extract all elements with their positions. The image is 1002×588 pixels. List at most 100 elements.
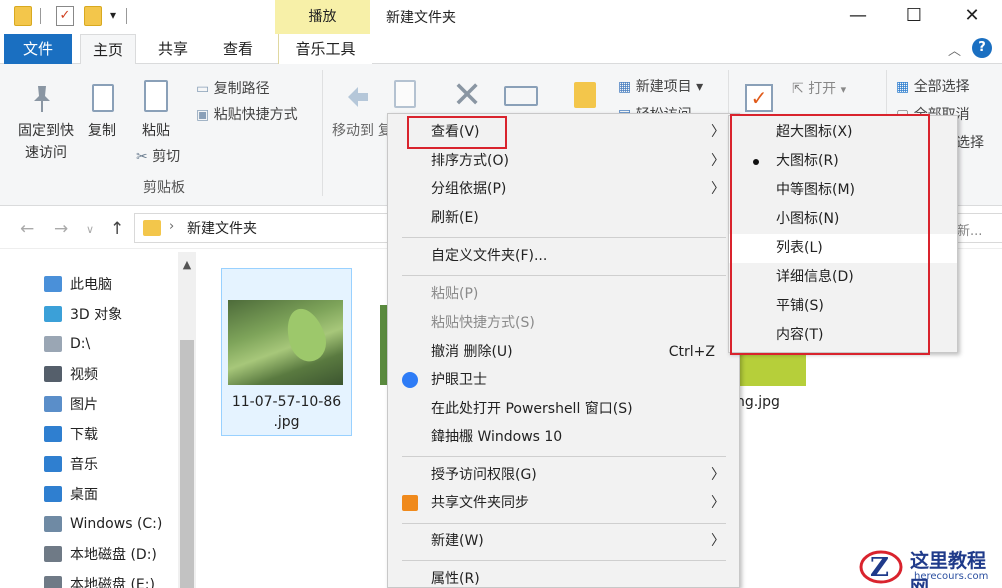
- copy-path-button[interactable]: ▭ 复制路径: [196, 78, 270, 98]
- copy-button[interactable]: 复制: [84, 120, 120, 140]
- contextual-tab-header: 播放: [275, 0, 370, 34]
- menu-item-group-by[interactable]: 分组依据(P) 〉: [388, 175, 739, 203]
- forward-arrow-icon[interactable]: →: [54, 219, 68, 239]
- menu-item-customize-folder[interactable]: 自定义文件夹(F)...: [388, 242, 739, 270]
- nav-item[interactable]: 音乐: [44, 450, 98, 478]
- delete-icon[interactable]: ✕: [452, 78, 482, 114]
- new-folder-icon[interactable]: [84, 6, 102, 26]
- menu-item-label: 鍏抽棴 Windows 10: [431, 429, 563, 445]
- menu-item-paste[interactable]: 粘贴(P): [388, 280, 739, 308]
- breadcrumb-separator-icon[interactable]: ›: [169, 219, 174, 234]
- watermark-logo-letter: Z: [870, 553, 889, 583]
- tab-music-tools[interactable]: 音乐工具: [278, 34, 372, 64]
- properties-check-icon[interactable]: ✓: [56, 6, 74, 26]
- file-name-line: 11-07-57-10-86: [231, 394, 342, 410]
- 3d-objects-icon: [44, 306, 62, 322]
- search-placeholder: 新...: [957, 224, 983, 239]
- nav-item[interactable]: D:\: [44, 330, 90, 358]
- submenu-arrow-icon: 〉: [711, 153, 725, 169]
- pin-icon: [30, 84, 54, 114]
- paste-shortcut-button[interactable]: ▣ 粘贴快捷方式: [196, 104, 298, 124]
- menu-item-new[interactable]: 新建(W) 〉: [388, 527, 739, 555]
- nav-item-label: 音乐: [70, 457, 98, 473]
- back-arrow-icon[interactable]: ←: [20, 219, 34, 239]
- rename-icon[interactable]: [504, 86, 538, 106]
- chevron-down-icon[interactable]: ∨: [86, 223, 94, 236]
- tab-share[interactable]: 共享: [146, 34, 200, 64]
- scrollbar-thumb[interactable]: [180, 340, 194, 588]
- menu-item-label: 护眼卫士: [431, 372, 487, 388]
- move-to-button[interactable]: 移动到: [330, 120, 376, 140]
- nav-item[interactable]: 桌面: [44, 480, 98, 508]
- menu-separator: [402, 523, 726, 524]
- menu-item-sort-by[interactable]: 排序方式(O) 〉: [388, 147, 739, 175]
- address-bar[interactable]: › 新建文件夹: [134, 213, 394, 243]
- minimize-icon[interactable]: —: [838, 2, 878, 30]
- invert-selection-button[interactable]: 选择: [956, 132, 984, 152]
- menu-item-paste-shortcut[interactable]: 粘贴快捷方式(S): [388, 309, 739, 337]
- menu-item-label: 新建(W): [431, 533, 484, 549]
- menu-separator: [402, 275, 726, 276]
- scissors-icon: ✂: [136, 149, 153, 165]
- breadcrumb-current[interactable]: 新建文件夹: [187, 218, 257, 238]
- windows-drive-icon: [44, 516, 62, 532]
- menu-item-label: 分组依据(P): [431, 181, 507, 197]
- up-arrow-icon[interactable]: ↑: [110, 219, 124, 239]
- chevron-up-icon[interactable]: ︿: [948, 40, 961, 59]
- menu-item-eye-guard[interactable]: 护眼卫士: [388, 366, 739, 394]
- nav-item[interactable]: 3D 对象: [44, 300, 122, 328]
- menu-item-undo-delete[interactable]: 撤消 删除(U) Ctrl+Z: [388, 338, 739, 366]
- video-icon: [44, 366, 62, 382]
- properties-icon[interactable]: ✓: [745, 84, 773, 112]
- cut-button[interactable]: ✂ 剪切: [136, 146, 180, 166]
- pin-to-quick-access-button[interactable]: 固定到快 速访问: [6, 120, 86, 164]
- tab-file[interactable]: 文件: [4, 34, 72, 64]
- menu-item-sync-shared[interactable]: 共享文件夹同步 〉: [388, 489, 739, 517]
- menu-item-label: 属性(R): [431, 571, 480, 587]
- nav-item[interactable]: 视频: [44, 360, 98, 388]
- submenu-arrow-icon: 〉: [711, 467, 725, 483]
- nav-item[interactable]: 下载: [44, 420, 98, 448]
- local-disk-icon: [44, 546, 62, 562]
- customize-quick-access-icon[interactable]: ▾: [110, 8, 116, 22]
- menu-item-label: 在此处打开 Powershell 窗口(S): [431, 401, 633, 417]
- nav-item-label: 图片: [70, 397, 98, 413]
- drive-icon: [44, 336, 62, 352]
- help-icon[interactable]: ?: [972, 38, 992, 58]
- file-name: ng.jpg: [736, 394, 780, 410]
- sync-icon: [402, 495, 418, 511]
- select-all-button[interactable]: ▦ 全部选择: [896, 76, 970, 96]
- nav-item[interactable]: 此电脑: [44, 270, 112, 298]
- tab-view[interactable]: 查看: [210, 34, 266, 64]
- open-dropdown-icon: ▾: [840, 83, 847, 96]
- menu-item-properties[interactable]: 属性(R): [388, 565, 739, 588]
- maximize-icon[interactable]: ☐: [894, 2, 934, 30]
- nav-item[interactable]: 图片: [44, 390, 98, 418]
- new-folder-ribbon-icon[interactable]: [574, 82, 596, 108]
- menu-item-garbled[interactable]: 鍏抽棴 Windows 10: [388, 423, 739, 451]
- open-label: 打开: [808, 81, 837, 97]
- local-disk-icon: [44, 576, 62, 588]
- menu-item-grant-access[interactable]: 授予访问权限(G) 〉: [388, 461, 739, 489]
- paste-button[interactable]: 粘贴: [136, 120, 176, 140]
- folder-icon[interactable]: [14, 6, 32, 26]
- menu-item-open-powershell[interactable]: 在此处打开 Powershell 窗口(S): [388, 395, 739, 423]
- copy-path-label: 复制路径: [213, 81, 270, 97]
- nav-item-label: 桌面: [70, 487, 98, 503]
- tab-home[interactable]: 主页: [80, 34, 136, 65]
- paste-shortcut-label: 粘贴快捷方式: [213, 107, 298, 123]
- nav-item[interactable]: Windows (C:): [44, 510, 162, 538]
- divider: [40, 8, 41, 24]
- download-icon: [44, 426, 62, 442]
- copy-path-icon: ▭: [196, 81, 214, 97]
- nav-item-label: 此电脑: [70, 277, 112, 293]
- nav-item[interactable]: 本地磁盘 (E:): [44, 570, 155, 588]
- new-item-button[interactable]: ▦ 新建项目 ▾: [618, 76, 703, 96]
- clipboard-group-label: 剪贴板: [143, 180, 185, 196]
- close-icon[interactable]: ✕: [952, 2, 992, 30]
- nav-item[interactable]: 本地磁盘 (D:): [44, 540, 157, 568]
- scroll-up-icon[interactable]: ▲: [178, 258, 196, 271]
- menu-item-refresh[interactable]: 刷新(E): [388, 204, 739, 232]
- open-button[interactable]: ⇱ 打开 ▾: [792, 78, 846, 98]
- watermark-logo: Z: [858, 546, 904, 586]
